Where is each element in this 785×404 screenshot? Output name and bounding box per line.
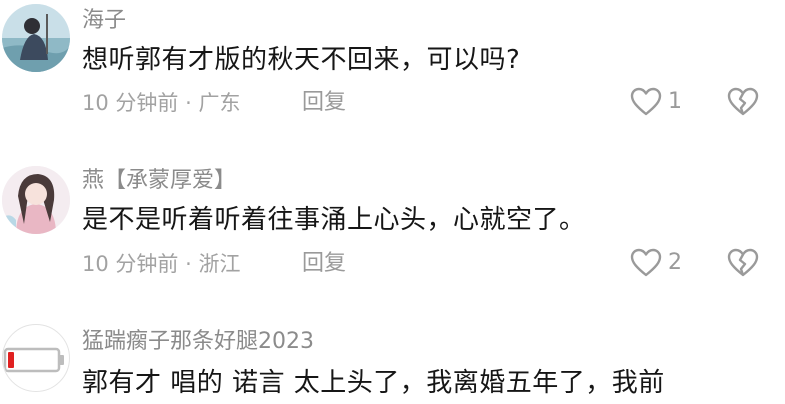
meta-separator: ·: [185, 91, 192, 115]
comment-item: 海子 想听郭有才版的秋天不回来，可以吗? 10 分钟前 · 广东 回复 1: [0, 0, 785, 140]
comment-time: 10 分钟前: [82, 91, 179, 115]
comment-text: 郭有才 唱的 诺言 太上头了，我离婚五年了，我前: [82, 368, 665, 398]
reply-button[interactable]: 回复: [302, 92, 346, 114]
comment-location: 浙江: [198, 252, 241, 276]
meta-separator: ·: [185, 252, 192, 276]
comment-item: 燕【承蒙厚爱】 是不是听着听着往事涌上心头，心就空了。 10 分钟前 · 浙江 …: [0, 140, 785, 320]
username[interactable]: 猛踹瘸子那条好腿2023: [82, 331, 314, 353]
broken-heart-icon: [727, 248, 759, 277]
comment-text: 是不是听着听着往事涌上心头，心就空了。: [82, 205, 586, 235]
like-count: 2: [668, 250, 682, 275]
dislike-button[interactable]: [726, 86, 760, 118]
comment-item: 猛踹瘸子那条好腿2023 郭有才 唱的 诺言 太上头了，我离婚五年了，我前: [0, 320, 785, 404]
user-avatar[interactable]: [2, 4, 70, 72]
dislike-button[interactable]: [726, 247, 760, 279]
username[interactable]: 燕【承蒙厚爱】: [82, 170, 236, 192]
reply-button[interactable]: 回复: [302, 253, 346, 275]
like-button[interactable]: 2: [630, 247, 682, 279]
broken-heart-icon: [727, 87, 759, 116]
comment-time: 10 分钟前: [82, 252, 179, 276]
like-count: 1: [668, 89, 682, 114]
comment-meta: 10 分钟前 · 广东: [82, 93, 240, 114]
person-by-water-avatar-icon: [2, 4, 70, 72]
comment-text: 想听郭有才版的秋天不回来，可以吗?: [82, 45, 521, 75]
comment-meta: 10 分钟前 · 浙江: [82, 254, 240, 275]
heart-outline-icon: [630, 87, 662, 116]
user-avatar[interactable]: [2, 324, 70, 392]
heart-outline-icon: [630, 248, 662, 277]
girl-illustration-avatar-icon: [2, 166, 70, 234]
username[interactable]: 海子: [82, 10, 126, 32]
user-avatar[interactable]: [2, 166, 70, 234]
like-button[interactable]: 1: [630, 86, 682, 118]
low-battery-avatar-icon: [3, 347, 64, 373]
comment-location: 广东: [198, 91, 241, 115]
